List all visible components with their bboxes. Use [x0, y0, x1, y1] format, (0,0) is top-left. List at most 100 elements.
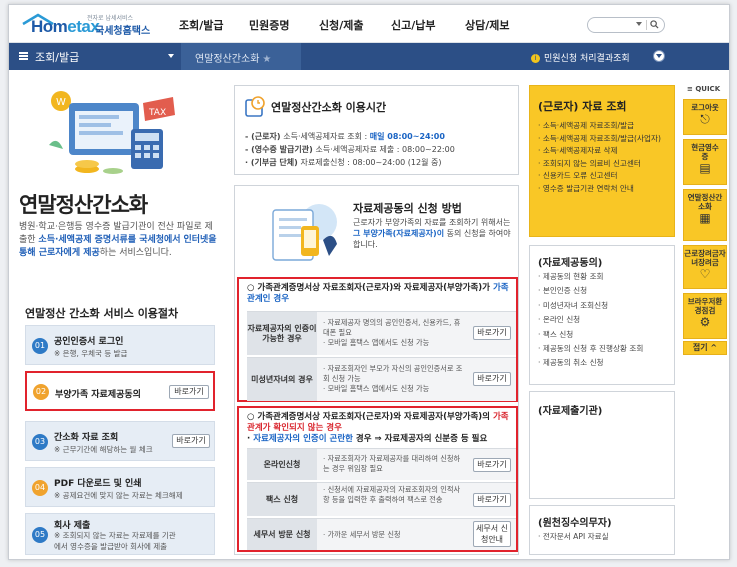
list-item[interactable]: 전자문서 API 자료실: [538, 530, 609, 544]
list-item[interactable]: 팩스 신청: [538, 328, 643, 342]
step-login: 01 공인인증서 로그인 ※ 은행, 우체국 등 발급: [25, 325, 215, 365]
time-line-role: · (기부금 단체): [245, 158, 301, 167]
time-line-text: 소득·세액공제자료 제출 : 08:00~22:00: [315, 145, 455, 154]
chevron-down-icon[interactable]: [653, 50, 665, 62]
usage-time-box: 연말정산간소화 이용시간 - (근로자) 소득·세액공제자료 조회 : 매일 0…: [234, 85, 519, 175]
list-item[interactable]: 소득·세액공제자료 삭제: [538, 145, 661, 158]
breadcrumb[interactable]: 연말정산간소화 ★: [181, 43, 301, 70]
hometax-logo[interactable]: Hometax 전자로 납세서비스 국세청홈택스: [21, 11, 161, 39]
quick-label: 브라우저환경점검: [687, 297, 723, 315]
consent-method-desc: 근로자가 부양가족의 자료를 조회하기 위해서는 그 부양가족(자료제공자)이 …: [353, 217, 513, 250]
step-number: 01: [32, 338, 48, 354]
row-label: 세무서 방문 신청: [247, 519, 317, 550]
row-text: · 신청서에 자료제공자의 자료조회자의 인적사항 등을 입력한 후 출력하여 …: [323, 485, 461, 504]
list-item[interactable]: 제공동의 취소 신청: [538, 356, 643, 370]
list-item[interactable]: 미성년자녀 조회신청: [538, 299, 643, 313]
list-item[interactable]: 본인인증 신청: [538, 284, 643, 298]
menu-inquiry-issue[interactable]: 조회/발급: [179, 17, 224, 33]
consent-method-title: 자료제공동의 신청 방법: [353, 202, 462, 215]
menu-certificate[interactable]: 민원증명: [249, 17, 289, 33]
quick-cash-receipt[interactable]: 현금영수증 ▤: [683, 139, 727, 185]
procedure-title: 연말정산 간소화 서비스 이용절차: [25, 307, 179, 320]
search-icon[interactable]: [650, 20, 659, 29]
step-title: 부양가족 자료제공동의: [55, 390, 141, 400]
non-family-title: ○ 가족관계증명서상 자료조회자(근로자)와 자료제공자(부양가족)의 가족관계…: [247, 412, 511, 445]
tax-illustration-icon: W TAX: [49, 91, 175, 174]
consent-goto-button[interactable]: 바로가기: [169, 385, 209, 399]
step-title: 간소화 자료 조회: [54, 433, 119, 443]
star-icon[interactable]: ★: [262, 54, 271, 65]
time-line-text: 자료제출신청 : 08:00~24:00 (12월 중): [300, 158, 442, 167]
usage-time-title: 연말정산간소화 이용시간: [271, 101, 387, 114]
provider-panel-title: (자료제공동의): [538, 258, 603, 269]
step-number: 04: [32, 480, 48, 496]
list-item[interactable]: 제공동의 신청 후 진행상황 조회: [538, 342, 643, 356]
inquiry-goto-button[interactable]: 바로가기: [172, 434, 210, 448]
chevron-down-icon[interactable]: [168, 54, 174, 58]
row-text: · 가까운 세무서 방문 신청: [323, 530, 401, 539]
table-row: 팩스 신청 · 신청서에 자료제공자의 자료조회자의 인적사항 등을 입력한 후…: [247, 482, 516, 516]
list-item[interactable]: 신용카드 오류 신고센터: [538, 170, 661, 183]
submitter-panel: (자료제출기관): [529, 391, 675, 499]
title-highlight: 자료제공자의 인증이 곤란한: [253, 434, 353, 444]
chevron-down-icon[interactable]: [636, 22, 642, 26]
list-item[interactable]: 조회되지 않는 의료비 신고센터: [538, 158, 661, 171]
online-apply-goto-button[interactable]: 바로가기: [473, 458, 511, 472]
minor-child-goto-button[interactable]: 바로가기: [473, 372, 511, 386]
logo-korean: 국세청홈택스: [95, 26, 151, 37]
search-divider: [646, 20, 647, 30]
row-text: · 자료조회자인 부모가 자신의 공인인증서로 조회 신청 가능 · 모바일 홈…: [323, 364, 463, 393]
quick-collapse-button[interactable]: 접기 ^: [683, 341, 727, 355]
family-relation-box: ○ 가족관계증명서상 자료조회자(근로자)와 자료제공자(부양가족)가 가족관계…: [237, 277, 518, 402]
withholding-panel: (원천징수의무자) 전자문서 API 자료실: [529, 505, 675, 555]
desc-highlight: 그 부양가족(자료제공자)이: [353, 229, 445, 238]
tax-office-guide-button[interactable]: 세무서 신청안내: [473, 521, 511, 547]
quick-year-end[interactable]: 연말정산간소화 ▦: [683, 189, 727, 241]
step-inquiry: 03 간소화 자료 조회 ※ 근무기간에 해당하는 월 체크 바로가기: [25, 421, 215, 461]
row-label: 자료제공자의 인증이 가능한 경우: [247, 312, 317, 355]
menu-consult[interactable]: 상담/제보: [465, 17, 510, 33]
row-label: 팩스 신청: [247, 483, 317, 516]
logout-icon: ⎋: [700, 112, 710, 126]
step-submit: 05 회사 제출 ※ 조회되지 않는 자료는 자료제를 기관 에서 영수증을 발…: [25, 513, 215, 555]
svg-text:W: W: [56, 97, 66, 108]
step-note: ※ 은행, 우체국 등 발급: [54, 349, 128, 358]
row-text: · 자료제공자 명의의 공인인증서, 신용카드, 휴대폰 필요 · 모바일 홈택…: [323, 318, 461, 347]
phone-document-icon: [272, 204, 337, 261]
desc-text: 하는 서비스입니다.: [99, 248, 172, 258]
list-item[interactable]: 소득·세액공제 자료조회/발급: [538, 120, 661, 133]
section-navbar: 조회/발급 연말정산간소화 ★ i 민원신청 처리결과조회: [9, 43, 729, 70]
quick-logout[interactable]: 로그아웃 ⎋: [683, 99, 727, 135]
fax-apply-goto-button[interactable]: 바로가기: [473, 493, 511, 507]
time-line-donation: · (기부금 단체) 자료제출신청 : 08:00~24:00 (12월 중): [245, 157, 442, 168]
list-item[interactable]: 온라인 신청: [538, 313, 643, 327]
list-item[interactable]: 영수증 발급기관 연락처 안내: [538, 183, 661, 196]
menu-apply-submit[interactable]: 신청/제출: [319, 17, 364, 33]
quick-incentive[interactable]: 근로장려금자녀장려금 ♡: [683, 245, 727, 289]
family-relation-title: ○ 가족관계증명서상 자료조회자(근로자)와 자료제공자(부양가족)가 가족관계…: [247, 283, 509, 305]
step-consent: 02 부양가족 자료제공동의 바로가기: [25, 371, 215, 411]
list-item[interactable]: 소득·세액공제 자료조회/발급(사업자): [538, 133, 661, 146]
employee-inquiry-panel: (근로자) 자료 조회 소득·세액공제 자료조회/발급 소득·세액공제 자료조회…: [529, 85, 675, 237]
menu-report-pay[interactable]: 신고/납부: [391, 17, 436, 33]
list-item[interactable]: 제공동의 현황 조회: [538, 270, 643, 284]
clock-icon: [245, 96, 265, 117]
quick-label: 근로장려금자녀장려금: [684, 249, 726, 267]
step-number: 02: [33, 384, 49, 400]
info-icon: i: [531, 54, 540, 63]
receipt-icon: ▤: [699, 161, 711, 175]
hamburger-icon[interactable]: [19, 52, 28, 60]
table-row: 미성년자녀의 경우 · 자료조회자인 부모가 자신의 공인인증서로 조회 신청 …: [247, 357, 516, 401]
desc-text: 근로자가 부양가족의 자료를 조회하기 위해서는: [353, 218, 511, 227]
category-dropdown[interactable]: 조회/발급: [17, 49, 179, 65]
civil-result-link[interactable]: i 민원신청 처리결과조회: [531, 51, 630, 64]
provider-auth-goto-button[interactable]: 바로가기: [473, 326, 511, 340]
quick-browser-check[interactable]: 브라우저환경점검 ⚙: [683, 293, 727, 339]
withholding-link-list: 전자문서 API 자료실: [538, 530, 609, 544]
time-line-hours: 매일 08:00~24:00: [369, 132, 445, 141]
hero-description: 병원·학교·은행등 영수증 발급기관이 전산 파일로 제출한 소득·세액공제 증…: [19, 221, 219, 260]
search-input[interactable]: [587, 17, 665, 33]
step-title: PDF 다운로드 및 인쇄: [54, 479, 142, 489]
consent-method-box: 자료제공동의 신청 방법 근로자가 부양가족의 자료를 조회하기 위해서는 그 …: [234, 185, 519, 555]
time-line-worker: - (근로자) 소득·세액공제자료 조회 : 매일 08:00~24:00: [245, 131, 445, 142]
